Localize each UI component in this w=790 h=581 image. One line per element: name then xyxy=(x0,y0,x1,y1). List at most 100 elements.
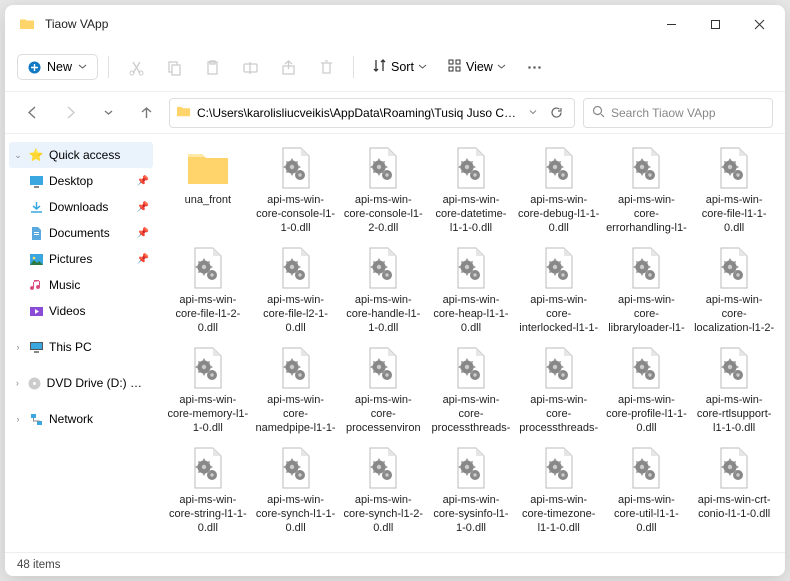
file-item[interactable]: api-ms-win-core-rtlsupport-l1-1-0.dll xyxy=(691,342,777,438)
dll-file-icon xyxy=(710,444,758,492)
cut-button[interactable] xyxy=(119,50,153,84)
file-item[interactable]: api-ms-win-core-libraryloader-l1-1-0.dll xyxy=(604,242,690,338)
dll-file-icon xyxy=(710,144,758,192)
dll-file-icon xyxy=(535,144,583,192)
search-input[interactable]: Search Tiaow VApp xyxy=(583,98,773,128)
navigation-pane[interactable]: ⌄⭐Quick access Desktop📌 Downloads📌 Docum… xyxy=(5,134,157,552)
sort-icon xyxy=(372,58,387,76)
new-label: New xyxy=(47,60,72,74)
delete-button[interactable] xyxy=(309,50,343,84)
file-item[interactable]: api-ms-win-core-namedpipe-l1-1-0.dll xyxy=(253,342,339,438)
dll-file-icon xyxy=(184,244,232,292)
share-button[interactable] xyxy=(271,50,305,84)
nav-dvd-drive[interactable]: ›DVD Drive (D:) CCCC xyxy=(9,370,153,396)
dll-file-icon xyxy=(535,244,583,292)
network-icon xyxy=(28,411,44,427)
dll-file-icon xyxy=(272,144,320,192)
file-item[interactable]: api-ms-win-core-processenvironment-l1-1-… xyxy=(340,342,426,438)
dll-file-icon xyxy=(184,344,232,392)
file-item[interactable]: api-ms-win-core-synch-l1-2-0.dll xyxy=(340,442,426,538)
file-item[interactable]: api-ms-win-core-profile-l1-1-0.dll xyxy=(604,342,690,438)
file-item[interactable]: api-ms-win-core-memory-l1-1-0.dll xyxy=(165,342,251,438)
file-item[interactable]: api-ms-win-core-processthreads-l1-1-1.dl… xyxy=(516,342,602,438)
file-list[interactable]: una_front api-ms-win-core-console-l1-1-0.… xyxy=(157,134,785,552)
forward-button[interactable] xyxy=(55,98,85,128)
file-item[interactable]: api-ms-win-core-timezone-l1-1-0.dll xyxy=(516,442,602,538)
nav-pictures[interactable]: Pictures📌 xyxy=(9,246,153,272)
music-icon xyxy=(28,277,44,293)
file-item[interactable]: api-ms-win-crt-conio-l1-1-0.dll xyxy=(691,442,777,538)
file-item[interactable]: api-ms-win-core-console-l1-2-0.dll xyxy=(340,142,426,238)
file-item[interactable]: api-ms-win-core-localization-l1-2-0.dll xyxy=(691,242,777,338)
window-title: Tiaow VApp xyxy=(45,17,649,31)
explorer-window: Tiaow VApp New Sort View xyxy=(5,5,785,576)
up-button[interactable] xyxy=(131,98,161,128)
file-item[interactable]: api-ms-win-core-util-l1-1-0.dll xyxy=(604,442,690,538)
dll-file-icon xyxy=(359,244,407,292)
file-name: api-ms-win-core-file-l1-1-0.dll xyxy=(693,194,775,236)
file-item[interactable]: api-ms-win-core-processthreads-l1-1-0.dl… xyxy=(428,342,514,438)
file-item[interactable]: api-ms-win-core-errorhandling-l1-1-0.dll xyxy=(604,142,690,238)
nav-network[interactable]: ›Network xyxy=(9,406,153,432)
download-icon xyxy=(28,199,44,215)
body: ⌄⭐Quick access Desktop📌 Downloads📌 Docum… xyxy=(5,133,785,552)
disc-icon xyxy=(27,375,42,391)
chevron-down-icon[interactable] xyxy=(93,98,123,128)
more-button[interactable] xyxy=(518,50,552,84)
address-input[interactable]: C:\Users\karolisliucveikis\AppData\Roami… xyxy=(169,98,575,128)
file-item[interactable]: api-ms-win-core-synch-l1-1-0.dll xyxy=(253,442,339,538)
file-item[interactable]: api-ms-win-core-handle-l1-1-0.dll xyxy=(340,242,426,338)
chevron-down-icon[interactable] xyxy=(528,106,538,120)
folder-item[interactable]: una_front xyxy=(165,142,251,238)
refresh-button[interactable] xyxy=(544,101,568,125)
rename-button[interactable] xyxy=(233,50,267,84)
nav-documents[interactable]: Documents📌 xyxy=(9,220,153,246)
title-bar[interactable]: Tiaow VApp xyxy=(5,5,785,43)
file-item[interactable]: api-ms-win-core-file-l1-2-0.dll xyxy=(165,242,251,338)
close-button[interactable] xyxy=(737,8,781,40)
video-icon xyxy=(28,303,44,319)
dll-file-icon xyxy=(359,444,407,492)
file-item[interactable]: api-ms-win-core-file-l1-1-0.dll xyxy=(691,142,777,238)
file-item[interactable]: api-ms-win-core-heap-l1-1-0.dll xyxy=(428,242,514,338)
file-name: una_front xyxy=(185,194,231,236)
nav-music[interactable]: Music xyxy=(9,272,153,298)
chevron-down-icon xyxy=(497,60,506,74)
new-button[interactable]: New xyxy=(17,54,98,80)
nav-quick-access[interactable]: ⌄⭐Quick access xyxy=(9,142,153,168)
file-item[interactable]: api-ms-win-core-debug-l1-1-0.dll xyxy=(516,142,602,238)
file-item[interactable]: api-ms-win-core-string-l1-1-0.dll xyxy=(165,442,251,538)
nav-downloads[interactable]: Downloads📌 xyxy=(9,194,153,220)
file-item[interactable]: api-ms-win-core-file-l2-1-0.dll xyxy=(253,242,339,338)
sort-label: Sort xyxy=(391,60,414,74)
file-name: api-ms-win-core-memory-l1-1-0.dll xyxy=(167,394,249,436)
separator xyxy=(353,56,354,78)
file-name: api-ms-win-core-interlocked-l1-1-0.dll xyxy=(518,294,600,336)
file-name: api-ms-win-core-errorhandling-l1-1-0.dll xyxy=(606,194,688,236)
command-bar: New Sort View xyxy=(5,43,785,91)
file-item[interactable]: api-ms-win-core-sysinfo-l1-1-0.dll xyxy=(428,442,514,538)
copy-button[interactable] xyxy=(157,50,191,84)
file-item[interactable]: api-ms-win-core-interlocked-l1-1-0.dll xyxy=(516,242,602,338)
file-name: api-ms-win-core-namedpipe-l1-1-0.dll xyxy=(255,394,337,436)
nav-this-pc[interactable]: ›This PC xyxy=(9,334,153,360)
file-name: api-ms-win-core-synch-l1-2-0.dll xyxy=(342,494,424,536)
minimize-button[interactable] xyxy=(649,8,693,40)
file-item[interactable]: api-ms-win-core-console-l1-1-0.dll xyxy=(253,142,339,238)
back-button[interactable] xyxy=(17,98,47,128)
sort-button[interactable]: Sort xyxy=(364,50,435,84)
dll-file-icon xyxy=(272,444,320,492)
dll-file-icon xyxy=(710,244,758,292)
file-name: api-ms-win-crt-conio-l1-1-0.dll xyxy=(693,494,775,536)
nav-videos[interactable]: Videos xyxy=(9,298,153,324)
dll-file-icon xyxy=(622,444,670,492)
file-name: api-ms-win-core-util-l1-1-0.dll xyxy=(606,494,688,536)
view-button[interactable]: View xyxy=(439,50,514,84)
folder-icon xyxy=(176,104,191,122)
maximize-button[interactable] xyxy=(693,8,737,40)
file-name: api-ms-win-core-profile-l1-1-0.dll xyxy=(606,394,688,436)
file-item[interactable]: api-ms-win-core-datetime-l1-1-0.dll xyxy=(428,142,514,238)
paste-button[interactable] xyxy=(195,50,229,84)
nav-desktop[interactable]: Desktop📌 xyxy=(9,168,153,194)
pin-icon: 📌 xyxy=(137,202,149,213)
